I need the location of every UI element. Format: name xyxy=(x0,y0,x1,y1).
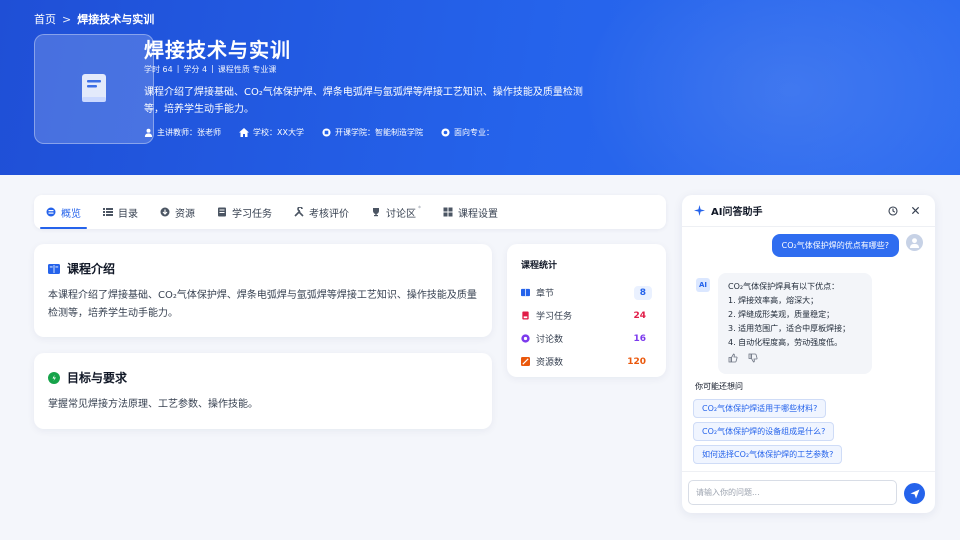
stat-row-tasks: 学习任务 24 xyxy=(521,304,652,327)
history-icon xyxy=(888,205,898,216)
tab-settings[interactable]: 课程设置 xyxy=(443,195,498,229)
book-open-icon xyxy=(48,263,60,274)
meta-credits: 学分 4 xyxy=(183,65,208,74)
breadcrumb-separator: > xyxy=(62,12,72,26)
course-cover xyxy=(34,34,154,144)
info-teacher: 主讲教师：张老师 xyxy=(144,127,221,138)
ai-avatar-badge: AI xyxy=(696,278,710,292)
thumbs-up-icon xyxy=(728,353,738,363)
goal-icon xyxy=(48,371,60,384)
answer-line: 3. 适用范围广，适合中厚板焊接； xyxy=(728,324,851,333)
list-icon xyxy=(103,208,113,216)
download-icon xyxy=(160,207,170,217)
meta-divider: | xyxy=(211,64,214,73)
tab-tasks[interactable]: 学习任务 xyxy=(217,195,272,229)
answer-line: 2. 焊缝成形美观，质量稳定； xyxy=(728,310,835,319)
stat-row-discussions: 讨论数 16 xyxy=(521,327,652,350)
info-school: 学校：XX大学 xyxy=(239,127,304,138)
sparkle-icon xyxy=(694,205,705,216)
discussion-icon xyxy=(521,334,530,343)
answer-line: 1. 焊接效率高，熔深大； xyxy=(728,296,819,305)
course-description: 课程介绍了焊接基础、CO₂气体保护焊、焊条电弧焊与氩弧焊等焊接工艺知识、操作技能… xyxy=(144,87,583,115)
close-button[interactable] xyxy=(907,203,923,219)
building-icon xyxy=(322,128,331,137)
breadcrumb-current: 焊接技术与实训 xyxy=(77,13,155,26)
goals-title: 目标与要求 xyxy=(67,371,128,385)
close-icon xyxy=(911,206,919,215)
course-info: 主讲教师：张老师 学校：XX大学 开课学院：智能制造学院 面向专业： xyxy=(144,127,494,138)
meta-hours: 学时 64 xyxy=(144,65,173,74)
thumbs-down-button[interactable] xyxy=(748,353,758,368)
stat-row-resources: 资源数 120 xyxy=(521,350,652,373)
suggestions-title: 你可能还想问 xyxy=(695,382,743,391)
user-avatar-icon xyxy=(909,238,920,248)
thumbs-down-icon xyxy=(748,353,758,363)
trophy-icon xyxy=(373,208,379,217)
breadcrumb: 首页 > 焊接技术与实训 xyxy=(34,11,154,27)
question-input[interactable] xyxy=(688,480,897,505)
intro-body: 本课程介绍了焊接基础、CO₂气体保护焊、焊条电弧焊与氩弧焊等焊接工艺知识、操作技… xyxy=(48,290,477,319)
tab-overview[interactable]: 概览 xyxy=(40,195,87,229)
home-icon xyxy=(239,128,249,137)
answer-line: CO₂气体保护焊具有以下优点： xyxy=(728,282,840,291)
overview-icon xyxy=(46,207,56,217)
book-icon xyxy=(82,74,106,102)
user-icon xyxy=(144,128,153,137)
course-tabs: 概览 目录 资源 学习任务 考核评价 讨论区 * 课程设置 xyxy=(34,195,666,229)
meta-divider: | xyxy=(176,64,180,73)
chapter-icon xyxy=(521,288,530,297)
goals-body: 掌握常见焊接方法原理、工艺参数、操作技能。 xyxy=(48,399,258,410)
breadcrumb-home[interactable]: 首页 xyxy=(34,11,56,27)
course-banner: 首页 > 焊接技术与实训 焊接技术与实训 学时 64 | 学分 4 | 课程性质… xyxy=(0,0,960,175)
suggestion-chip[interactable]: CO₂气体保护焊适用于哪些材料? xyxy=(693,399,827,418)
ai-assistant-panel: AI问答助手 CO₂气体保护焊的优点有哪些? AI CO₂气体保护焊具有以下优点… xyxy=(682,195,935,513)
send-icon xyxy=(910,489,919,498)
meta-type: 课程性质 专业课 xyxy=(217,65,277,74)
tab-badge: * xyxy=(418,204,421,212)
stat-value: 8 xyxy=(633,285,652,300)
stat-value: 16 xyxy=(633,333,646,344)
tools-icon xyxy=(294,207,304,217)
send-button[interactable] xyxy=(904,483,925,504)
target-icon xyxy=(441,128,450,137)
intro-title: 课程介绍 xyxy=(67,262,116,276)
stat-value: 24 xyxy=(633,310,646,321)
info-major: 面向专业： xyxy=(441,127,494,138)
info-college: 开课学院：智能制造学院 xyxy=(322,127,423,138)
settings-icon xyxy=(443,207,453,217)
stat-row-chapters: 章节 8 xyxy=(521,281,652,304)
course-title: 焊接技术与实训 xyxy=(144,38,291,62)
tab-assessment[interactable]: 考核评价 xyxy=(294,195,349,229)
goals-card: 目标与要求 掌握常见焊接方法原理、工艺参数、操作技能。 xyxy=(34,353,492,429)
intro-card: 课程介绍 本课程介绍了焊接基础、CO₂气体保护焊、焊条电弧焊与氩弧焊等焊接工艺知… xyxy=(34,244,492,337)
user-message: CO₂气体保护焊的优点有哪些? xyxy=(771,234,899,257)
suggestion-chip[interactable]: CO₂气体保护焊的设备组成是什么? xyxy=(693,422,835,441)
resource-icon xyxy=(521,357,530,366)
feedback-row xyxy=(728,353,862,368)
ai-message: CO₂气体保护焊具有以下优点： 1. 焊接效率高，熔深大； 2. 焊缝成形美观，… xyxy=(718,273,872,374)
ai-input-bar xyxy=(682,471,935,513)
course-meta: 学时 64 | 学分 4 | 课程性质 专业课 xyxy=(144,64,276,75)
avatar xyxy=(906,234,923,251)
ai-title: AI问答助手 xyxy=(711,207,763,218)
thumbs-up-button[interactable] xyxy=(728,353,738,368)
tab-resources[interactable]: 资源 xyxy=(160,195,195,229)
history-button[interactable] xyxy=(885,203,901,219)
tab-discussion[interactable]: 讨论区 * xyxy=(371,195,421,229)
ai-header: AI问答助手 xyxy=(682,195,935,227)
task-icon xyxy=(218,207,226,217)
task-flag-icon xyxy=(522,311,529,320)
course-stats-card: 课程统计 章节 8 学习任务 24 讨论数 16 资源数 120 xyxy=(507,244,666,377)
stat-value: 120 xyxy=(627,356,646,367)
stats-title: 课程统计 xyxy=(521,261,558,271)
tab-catalog[interactable]: 目录 xyxy=(103,195,138,229)
suggestion-chip[interactable]: 如何选择CO₂气体保护焊的工艺参数? xyxy=(693,445,843,464)
answer-line: 4. 自动化程度高，劳动强度低。 xyxy=(728,338,843,347)
